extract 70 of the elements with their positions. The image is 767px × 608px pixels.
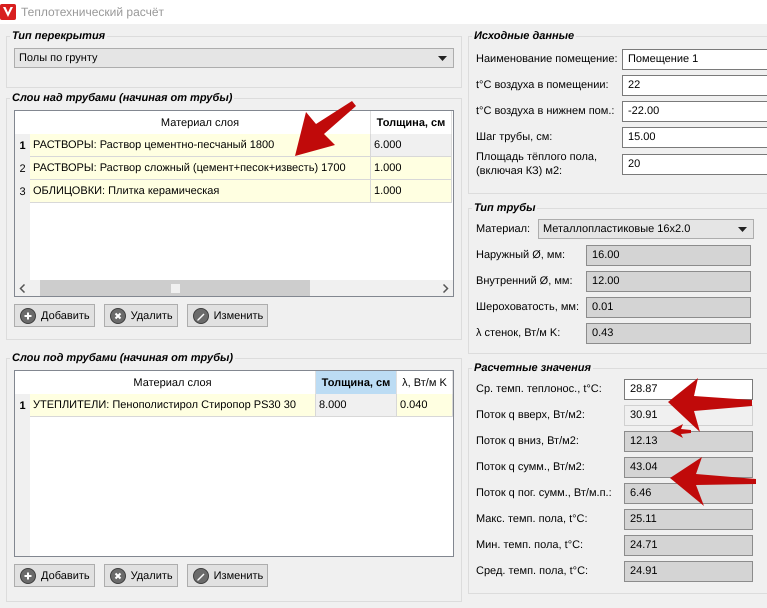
window-title: Теплотехнический расчёт [21,5,164,19]
chevron-right-icon [442,284,449,292]
table-corner [15,111,30,134]
input-field[interactable]: 20 [622,154,767,174]
field-label: Шероховатость, мм: [476,300,580,314]
group-title: Тип трубы [473,202,536,214]
button[interactable]: Удалить [104,564,178,587]
button[interactable]: Добавить [14,564,95,587]
field-label: Мин. темп. пола, t°C: [476,538,584,552]
group-title: Расчетные значения [473,362,592,374]
scroll-thumb[interactable] [40,280,310,296]
caret-down-icon [438,56,447,60]
plus-circle-icon [19,306,37,324]
input-field[interactable]: 0.01 [586,296,751,318]
pencil-circle-icon [192,566,210,584]
field-label: Внутренний Ø, мм: [476,274,574,288]
input-field[interactable]: -22.00 [622,100,767,122]
field-label: Поток q вверх, Вт/м2: [476,408,586,422]
field-label: Шаг трубы, см: [476,130,554,144]
button[interactable]: Изменить [186,304,268,327]
field-label: Наружный Ø, мм: [476,248,566,262]
field-label: Наименование помещение: [476,52,619,66]
pencil-circle-icon [192,306,210,324]
input-field[interactable]: 12.13 [624,430,753,452]
table-cell: УТЕПЛИТЕЛИ: Пенополистирол Стиропор PS30 30 [30,394,316,417]
field-label: Поток q вниз, Вт/м2: [476,434,580,448]
input-field[interactable]: 25.11 [624,508,753,530]
field-label: Ср. темп. теплонос., t°C: [476,382,603,396]
input-field[interactable]: 12.00 [586,270,751,292]
table-cell: 1.000 [371,157,452,180]
field-label: Материал: [476,222,532,236]
cross-circle-icon [108,566,127,584]
field-label: Поток q сумм., Вт/м2: [476,460,586,474]
input-field[interactable]: Помещение 1 [622,48,767,70]
table-cell: 0.040 [397,394,453,417]
button[interactable]: Изменить [186,564,268,587]
group-title: Исходные данные [473,30,576,42]
table-cell: ОБЛИЦОВКИ: Плитка керамическая [30,180,371,203]
plus-circle-icon [19,566,37,584]
dropdown[interactable]: Полы по грунту [14,48,454,68]
caret-down-icon [738,226,747,232]
input-field[interactable]: 15.00 [622,126,767,148]
input-field[interactable]: 22 [622,74,767,96]
field-label: λ стенок, Вт/м K: [476,326,562,340]
input-field[interactable]: 24.91 [624,560,753,582]
group-title: Слои под трубами (начиная от трубы) [11,352,234,364]
field-label: Макс. темп. пола, t°C: [476,512,589,526]
button[interactable]: Удалить [104,304,178,327]
input-field[interactable]: 16.00 [586,244,751,266]
table-cell: РАСТВОРЫ: Раствор цементно-песчаный 1800 [30,134,371,157]
button[interactable]: Добавить [14,304,95,327]
cross-circle-icon [108,306,127,324]
table-cell: РАСТВОРЫ: Раствор сложный (цемент+песок+известь) 1700 [30,157,371,180]
annotation-arrow [295,101,356,156]
group-title: Слои над трубами (начиная от трубы) [11,92,234,104]
table-cell: 6.000 [371,134,452,157]
field-label: Площадь тёплого пола, (включая КЗ) м2: [476,150,598,178]
group-title: Тип перекрытия [11,30,106,42]
input-field[interactable]: 0.43 [586,322,751,344]
chevron-left-icon [19,284,26,292]
field-label: Поток q пог. сумм., Вт/м.п.: [476,486,613,500]
field-label: t°C воздуха в нижнем пом.: [476,104,616,118]
table-corner [15,371,30,394]
table-cell: 8.000 [316,394,397,417]
table-cell: 1.000 [371,180,452,203]
field-label: Сред. темп. пола, t°C: [476,564,590,578]
input-field[interactable]: 24.71 [624,534,753,556]
dropdown[interactable]: Металлопластиковые 16x2.0 [538,219,754,239]
field-label: t°C воздуха в помещении: [476,78,610,92]
column-header[interactable]: Толщина, см [316,371,397,394]
